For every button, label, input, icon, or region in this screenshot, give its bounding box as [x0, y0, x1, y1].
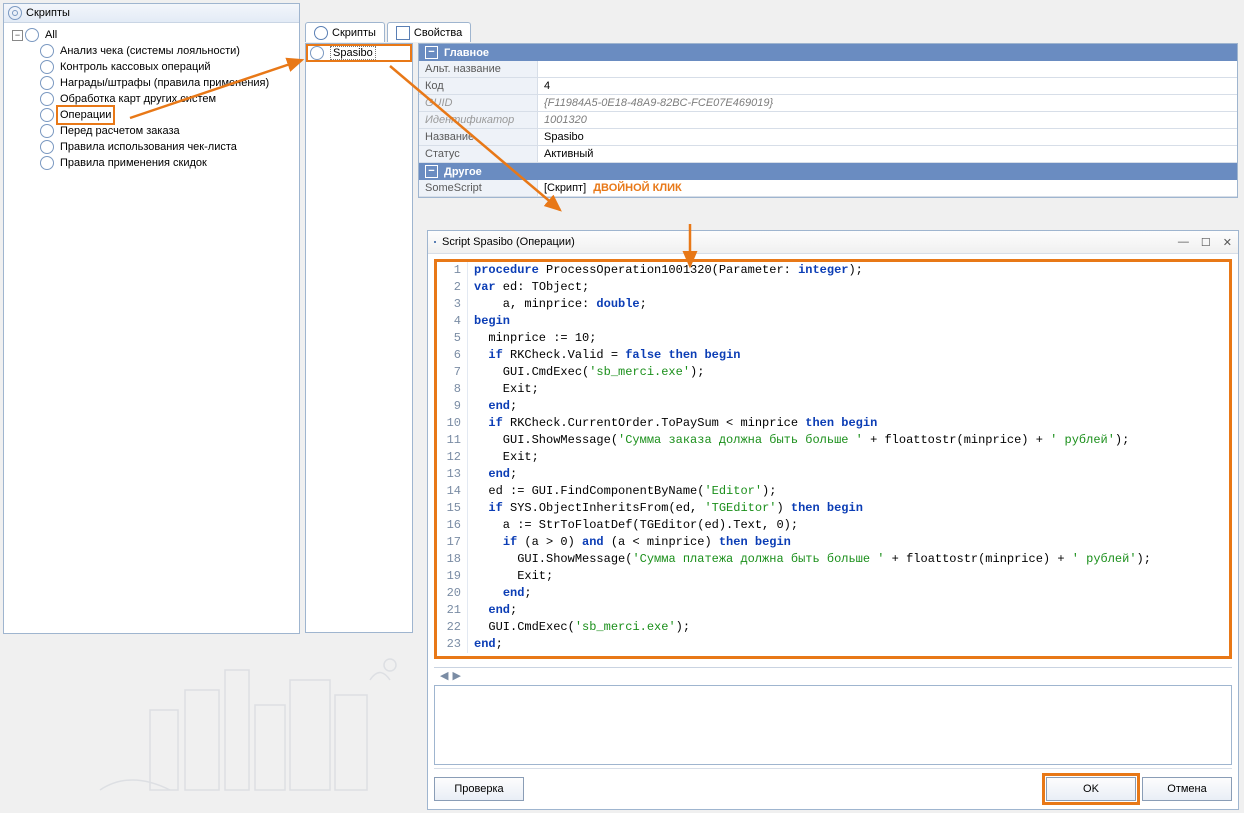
- prop-label: Статус: [419, 146, 538, 162]
- prop-row-status[interactable]: Статус Активный: [419, 146, 1237, 163]
- verify-button[interactable]: Проверка: [434, 777, 524, 801]
- prop-value[interactable]: [Скрипт] ДВОЙНОЙ КЛИК: [538, 180, 1237, 196]
- tree-item[interactable]: Обработка карт других систем: [40, 91, 295, 107]
- tree-item[interactable]: Контроль кассовых операций: [40, 59, 295, 75]
- tree-root-label: All: [43, 27, 59, 43]
- section-other-label: Другое: [444, 166, 482, 178]
- tab-properties-label: Свойства: [414, 27, 462, 39]
- close-button[interactable]: ✕: [1223, 236, 1232, 249]
- dialog-title-text: Script Spasibo (Операции): [442, 236, 575, 248]
- prop-label: SomeScript: [419, 180, 538, 196]
- tree-item[interactable]: Анализ чека (системы лояльности): [40, 43, 295, 59]
- script-list-item[interactable]: Spasibo: [306, 44, 412, 62]
- section-main-header[interactable]: − Главное: [419, 44, 1237, 61]
- tree-item-label: Награды/штрафы (правила применения): [58, 75, 271, 91]
- cancel-button[interactable]: Отмена: [1142, 777, 1232, 801]
- tab-scripts-label: Скрипты: [332, 27, 376, 39]
- prop-row-name[interactable]: Название Spasibo: [419, 129, 1237, 146]
- gear-icon: [8, 6, 22, 20]
- tree-item-label: Перед расчетом заказа: [58, 123, 182, 139]
- section-main-label: Главное: [444, 47, 489, 59]
- script-icon: [310, 46, 324, 60]
- tab-properties[interactable]: Свойства: [387, 22, 471, 42]
- folder-icon: [25, 28, 39, 42]
- tree-item[interactable]: Правила применения скидок: [40, 155, 295, 171]
- script-icon: [40, 60, 54, 74]
- tree-item[interactable]: Перед расчетом заказа: [40, 123, 295, 139]
- maximize-button[interactable]: ☐: [1201, 236, 1211, 249]
- prop-row-altname[interactable]: Альт. название: [419, 61, 1237, 78]
- script-bracket-label: [Скрипт]: [544, 182, 586, 194]
- script-icon: [40, 140, 54, 154]
- ok-button-label: OK: [1083, 783, 1099, 795]
- tree-item-label: Обработка карт других систем: [58, 91, 218, 107]
- ok-button[interactable]: OK: [1046, 777, 1136, 801]
- script-list-item-label: Spasibo: [330, 46, 376, 60]
- scripts-tree-title-bar: Скрипты: [4, 4, 299, 23]
- dialog-icon: [434, 241, 436, 243]
- detail-tabs: Скрипты Свойства: [305, 22, 473, 42]
- dialog-button-bar: Проверка OK Отмена: [434, 768, 1232, 803]
- script-icon: [40, 156, 54, 170]
- prop-label: GUID: [419, 95, 538, 111]
- tree-item-label: Правила использования чек-листа: [58, 139, 239, 155]
- scripts-tree[interactable]: − All Анализ чека (системы лояльности)Ко…: [4, 23, 299, 175]
- script-icon: [40, 44, 54, 58]
- tree-item-label: Операции: [58, 107, 113, 123]
- dialog-title-bar[interactable]: Script Spasibo (Операции) — ☐ ✕: [428, 231, 1238, 254]
- script-editor-dialog: Script Spasibo (Операции) — ☐ ✕ 1procedu…: [427, 230, 1239, 810]
- properties-panel: − Главное Альт. название Код 4 GUID {F11…: [418, 43, 1238, 198]
- collapse-icon[interactable]: −: [12, 30, 23, 41]
- tree-item[interactable]: Операции: [40, 107, 295, 123]
- properties-icon: [396, 26, 410, 40]
- tree-item-label: Контроль кассовых операций: [58, 59, 213, 75]
- script-icon: [40, 108, 54, 122]
- script-icon: [314, 26, 328, 40]
- prop-value: {F11984A5-0E18-48A9-82BC-FCE07E469019}: [538, 95, 1237, 111]
- script-icon: [40, 76, 54, 90]
- script-list-panel: Spasibo: [305, 43, 413, 633]
- nav-separator: ◀ ▶: [434, 667, 1232, 682]
- minimize-button[interactable]: —: [1178, 236, 1189, 249]
- background-illustration: [90, 640, 440, 810]
- scripts-tree-panel: Скрипты − All Анализ чека (системы лояль…: [3, 3, 300, 634]
- prop-value: 1001320: [538, 112, 1237, 128]
- prop-row-somescript[interactable]: SomeScript [Скрипт] ДВОЙНОЙ КЛИК: [419, 180, 1237, 197]
- arrow-left-icon[interactable]: ◀: [440, 669, 448, 682]
- cancel-button-label: Отмена: [1167, 783, 1206, 795]
- tab-scripts[interactable]: Скрипты: [305, 22, 385, 42]
- minus-icon[interactable]: −: [425, 46, 438, 59]
- prop-row-code[interactable]: Код 4: [419, 78, 1237, 95]
- prop-label: Идентификатор: [419, 112, 538, 128]
- prop-row-id: Идентификатор 1001320: [419, 112, 1237, 129]
- double-click-hint: ДВОЙНОЙ КЛИК: [593, 182, 681, 194]
- tree-item[interactable]: Награды/штрафы (правила применения): [40, 75, 295, 91]
- prop-label: Код: [419, 78, 538, 94]
- prop-row-guid: GUID {F11984A5-0E18-48A9-82BC-FCE07E4690…: [419, 95, 1237, 112]
- tree-item[interactable]: Правила использования чек-листа: [40, 139, 295, 155]
- scripts-tree-title: Скрипты: [26, 4, 70, 22]
- script-icon: [40, 92, 54, 106]
- tree-root[interactable]: − All: [12, 27, 295, 43]
- verify-button-label: Проверка: [454, 783, 503, 795]
- code-editor[interactable]: 1procedure ProcessOperation1001320(Param…: [434, 259, 1232, 659]
- section-other-header[interactable]: − Другое: [419, 163, 1237, 180]
- tree-item-label: Анализ чека (системы лояльности): [58, 43, 242, 59]
- prop-value[interactable]: [538, 61, 1237, 77]
- prop-value[interactable]: Spasibo: [538, 129, 1237, 145]
- minus-icon[interactable]: −: [425, 165, 438, 178]
- prop-value[interactable]: 4: [538, 78, 1237, 94]
- prop-value[interactable]: Активный: [538, 146, 1237, 162]
- prop-label: Альт. название: [419, 61, 538, 77]
- script-icon: [40, 124, 54, 138]
- tree-item-label: Правила применения скидок: [58, 155, 209, 171]
- prop-label: Название: [419, 129, 538, 145]
- arrow-right-icon[interactable]: ▶: [452, 669, 460, 682]
- messages-panel[interactable]: [434, 685, 1232, 765]
